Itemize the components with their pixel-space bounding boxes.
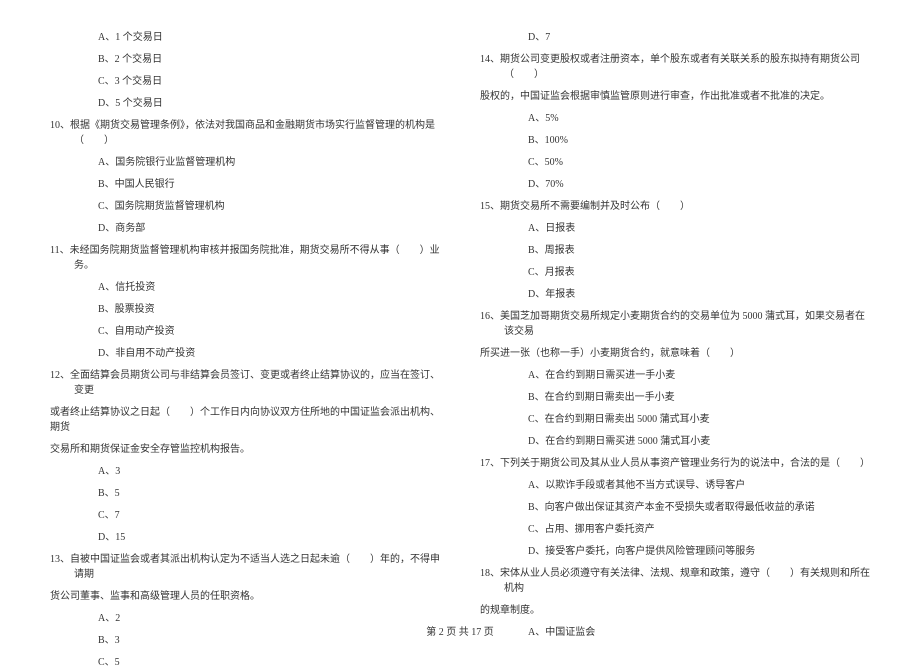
answer-option: D、商务部	[50, 221, 440, 236]
answer-option: C、月报表	[480, 265, 870, 280]
answer-option: D、5 个交易日	[50, 96, 440, 111]
question-text: 交易所和期货保证金安全存管监控机构报告。	[50, 442, 440, 457]
answer-option: A、信托投资	[50, 280, 440, 295]
answer-option: D、非自用不动产投资	[50, 346, 440, 361]
question-text: 所买进一张（也称一手）小麦期货合约，就意味着（ ）	[480, 346, 870, 361]
two-column-layout: A、1 个交易日 B、2 个交易日 C、3 个交易日 D、5 个交易日 10、根据《期货…	[50, 30, 870, 610]
answer-option: D、在合约到期日需买进 5000 蒲式耳小麦	[480, 434, 870, 449]
answer-option: B、周报表	[480, 243, 870, 258]
question-text: 17、下列关于期货公司及其从业人员从事资产管理业务行为的说法中，合法的是（ ）	[480, 456, 870, 471]
right-column: D、7 14、期货公司变更股权或者注册资本，单个股东或者有关联关系的股东拟持有期货…	[480, 30, 870, 610]
question-text: 16、美国芝加哥期货交易所规定小麦期货合约的交易单位为 5000 蒲式耳，如果交…	[480, 309, 870, 339]
answer-option: B、100%	[480, 133, 870, 148]
answer-option: A、以欺诈手段或者其他不当方式误导、诱导客户	[480, 478, 870, 493]
answer-option: B、在合约到期日需卖出一手小麦	[480, 390, 870, 405]
answer-option: C、在合约到期日需卖出 5000 蒲式耳小麦	[480, 412, 870, 427]
answer-option: B、2 个交易日	[50, 52, 440, 67]
answer-option: D、7	[480, 30, 870, 45]
answer-option: A、1 个交易日	[50, 30, 440, 45]
answer-option: C、国务院期货监督管理机构	[50, 199, 440, 214]
question-text: 11、未经国务院期货监督管理机构审核并报国务院批准，期货交易所不得从事（ ）业务…	[50, 243, 440, 273]
question-text: 10、根据《期货交易管理条例》，依法对我国商品和金融期货市场实行监督管理的机构是…	[50, 118, 440, 148]
answer-option: B、5	[50, 486, 440, 501]
answer-option: D、年报表	[480, 287, 870, 302]
answer-option: A、3	[50, 464, 440, 479]
answer-option: D、70%	[480, 177, 870, 192]
question-text: 货公司董事、监事和高级管理人员的任职资格。	[50, 589, 440, 604]
question-text: 的规章制度。	[480, 603, 870, 618]
question-text: 14、期货公司变更股权或者注册资本，单个股东或者有关联关系的股东拟持有期货公司（…	[480, 52, 870, 82]
question-text: 13、自被中国证监会或者其派出机构认定为不适当人选之日起未逾（ ）年的，不得申请…	[50, 552, 440, 582]
left-column: A、1 个交易日 B、2 个交易日 C、3 个交易日 D、5 个交易日 10、根据《期货…	[50, 30, 440, 610]
answer-option: A、5%	[480, 111, 870, 126]
question-text: 15、期货交易所不需要编制并及时公布（ ）	[480, 199, 870, 214]
answer-option: D、15	[50, 530, 440, 545]
question-text: 12、全面结算会员期货公司与非结算会员签订、变更或者终止结算协议的，应当在签订、…	[50, 368, 440, 398]
answer-option: C、占用、挪用客户委托资产	[480, 522, 870, 537]
question-text: 股权的，中国证监会根据审慎监管原则进行审查，作出批准或者不批准的决定。	[480, 89, 870, 104]
question-text: 或者终止结算协议之日起（ ）个工作日内向协议双方住所地的中国证监会派出机构、期货	[50, 405, 440, 435]
answer-option: B、股票投资	[50, 302, 440, 317]
answer-option: C、3 个交易日	[50, 74, 440, 89]
answer-option: D、接受客户委托，向客户提供风险管理顾问等服务	[480, 544, 870, 559]
answer-option: A、在合约到期日需买进一手小麦	[480, 368, 870, 383]
answer-option: C、自用动产投资	[50, 324, 440, 339]
answer-option: C、50%	[480, 155, 870, 170]
answer-option: A、日报表	[480, 221, 870, 236]
answer-option: C、7	[50, 508, 440, 523]
answer-option: B、向客户做出保证其资产本金不受损失或者取得最低收益的承诺	[480, 500, 870, 515]
answer-option: C、5	[50, 655, 440, 670]
question-text: 18、宋体从业人员必须遵守有关法律、法规、规章和政策，遵守（ ）有关规则和所在机…	[480, 566, 870, 596]
answer-option: B、中国人民银行	[50, 177, 440, 192]
answer-option: A、国务院银行业监督管理机构	[50, 155, 440, 170]
page-footer: 第 2 页 共 17 页	[0, 623, 920, 638]
